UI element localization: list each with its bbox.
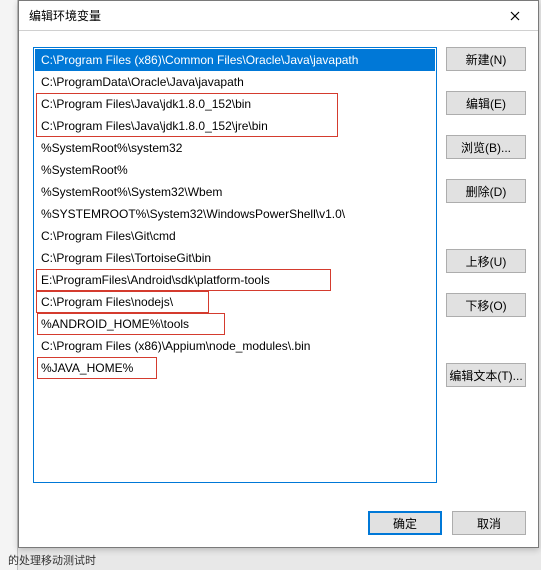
close-button[interactable] <box>500 5 530 27</box>
movedown-button[interactable]: 下移(O) <box>446 293 526 317</box>
side-buttons: 新建(N) 编辑(E) 浏览(B)... 删除(D) 上移(U) 下移(O) 编… <box>446 47 526 387</box>
close-icon <box>510 11 520 21</box>
background-peek <box>0 0 18 570</box>
list-item[interactable]: C:\Program Files\TortoiseGit\bin <box>35 247 435 269</box>
browse-button[interactable]: 浏览(B)... <box>446 135 526 159</box>
list-item[interactable]: C:\Program Files\Git\cmd <box>35 225 435 247</box>
background-cut-text: 的处理移动测试时 <box>8 552 96 568</box>
delete-button[interactable]: 删除(D) <box>446 179 526 203</box>
list-item[interactable]: C:\Program Files\Java\jdk1.8.0_152\bin <box>35 93 435 115</box>
list-item[interactable]: C:\Program Files (x86)\Common Files\Orac… <box>35 49 435 71</box>
window-title: 编辑环境变量 <box>29 7 101 24</box>
edit-button[interactable]: 编辑(E) <box>446 91 526 115</box>
ok-button[interactable]: 确定 <box>368 511 442 535</box>
list-item[interactable]: C:\Program Files\nodejs\ <box>35 291 435 313</box>
list-item[interactable]: C:\Program Files\Java\jdk1.8.0_152\jre\b… <box>35 115 435 137</box>
list-item[interactable]: E:\ProgramFiles\Android\sdk\platform-too… <box>35 269 435 291</box>
list-item[interactable]: %SystemRoot% <box>35 159 435 181</box>
list-item[interactable]: %SystemRoot%\system32 <box>35 137 435 159</box>
path-listbox[interactable]: C:\Program Files (x86)\Common Files\Orac… <box>33 47 437 483</box>
list-item[interactable]: %SYSTEMROOT%\System32\WindowsPowerShell\… <box>35 203 435 225</box>
bottom-bar: 确定 取消 <box>368 511 526 535</box>
moveup-button[interactable]: 上移(U) <box>446 249 526 273</box>
cancel-button[interactable]: 取消 <box>452 511 526 535</box>
dialog-content: C:\Program Files (x86)\Common Files\Orac… <box>19 31 538 547</box>
list-item[interactable]: C:\ProgramData\Oracle\Java\javapath <box>35 71 435 93</box>
titlebar: 编辑环境变量 <box>19 1 538 31</box>
list-item[interactable]: %ANDROID_HOME%\tools <box>35 313 435 335</box>
edittext-button[interactable]: 编辑文本(T)... <box>446 363 526 387</box>
list-item[interactable]: %SystemRoot%\System32\Wbem <box>35 181 435 203</box>
new-button[interactable]: 新建(N) <box>446 47 526 71</box>
list-item[interactable]: C:\Program Files (x86)\Appium\node_modul… <box>35 335 435 357</box>
list-item[interactable]: %JAVA_HOME% <box>35 357 435 379</box>
dialog-window: 编辑环境变量 C:\Program Files (x86)\Common Fil… <box>18 0 539 548</box>
